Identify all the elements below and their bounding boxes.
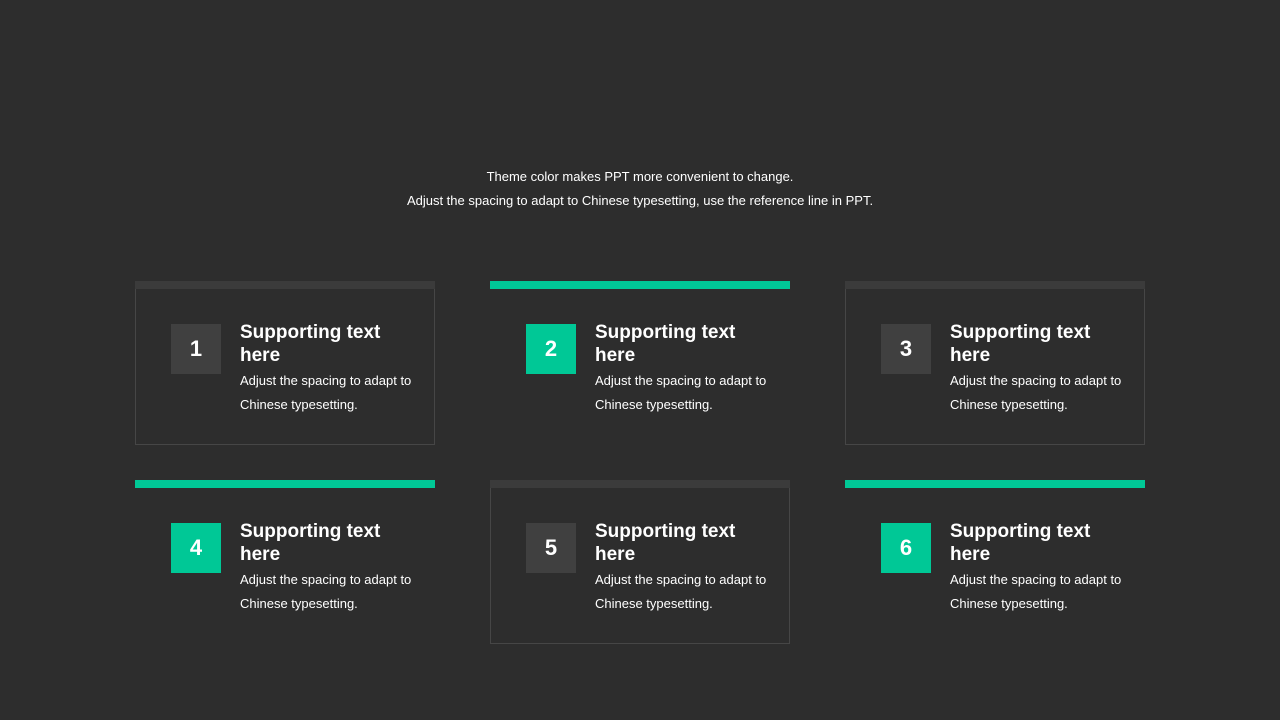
slide: Theme color makes PPT more convenient to… (0, 0, 1280, 720)
card-number-box: 1 (171, 324, 221, 374)
card-top-bar (135, 480, 435, 488)
card-2: 2 Supporting text here Adjust the spacin… (490, 281, 790, 445)
card-body-text: Adjust the spacing to adapt to Chinese t… (950, 373, 1122, 412)
card-4: 4 Supporting text here Adjust the spacin… (135, 480, 435, 644)
card-heading: Supporting text here (595, 322, 736, 366)
card-top-bar (845, 480, 1145, 488)
card-heading: Supporting text here (595, 521, 736, 565)
card-number-box: 4 (171, 523, 221, 573)
card-5: 5 Supporting text here Adjust the spacin… (490, 480, 790, 644)
card-heading: Supporting text here (950, 521, 1091, 565)
subtitle-line-2: Adjust the spacing to adapt to Chinese t… (406, 193, 874, 208)
card-heading: Supporting text here (950, 322, 1091, 366)
card-number-box: 6 (881, 523, 931, 573)
card-top-bar (135, 281, 435, 289)
card-6: 6 Supporting text here Adjust the spacin… (845, 480, 1145, 644)
card-body-text: Adjust the spacing to adapt to Chinese t… (240, 373, 412, 412)
card-number-box: 2 (526, 324, 576, 374)
card-top-bar (490, 281, 790, 289)
card-number-box: 3 (881, 324, 931, 374)
card-top-bar (845, 281, 1145, 289)
subtitle: Theme color makes PPT more convenient to… (0, 165, 1280, 213)
card-body-text: Adjust the spacing to adapt to Chinese t… (595, 373, 767, 412)
card-1: 1 Supporting text here Adjust the spacin… (135, 281, 435, 445)
card-top-bar (490, 480, 790, 488)
card-body-text: Adjust the spacing to adapt to Chinese t… (240, 572, 412, 611)
card-number-box: 5 (526, 523, 576, 573)
card-heading: Supporting text here (240, 521, 381, 565)
subtitle-line-1: Theme color makes PPT more convenient to… (486, 169, 794, 184)
card-body-text: Adjust the spacing to adapt to Chinese t… (950, 572, 1122, 611)
card-heading: Supporting text here (240, 322, 381, 366)
card-3: 3 Supporting text here Adjust the spacin… (845, 281, 1145, 445)
card-body-text: Adjust the spacing to adapt to Chinese t… (595, 572, 767, 611)
